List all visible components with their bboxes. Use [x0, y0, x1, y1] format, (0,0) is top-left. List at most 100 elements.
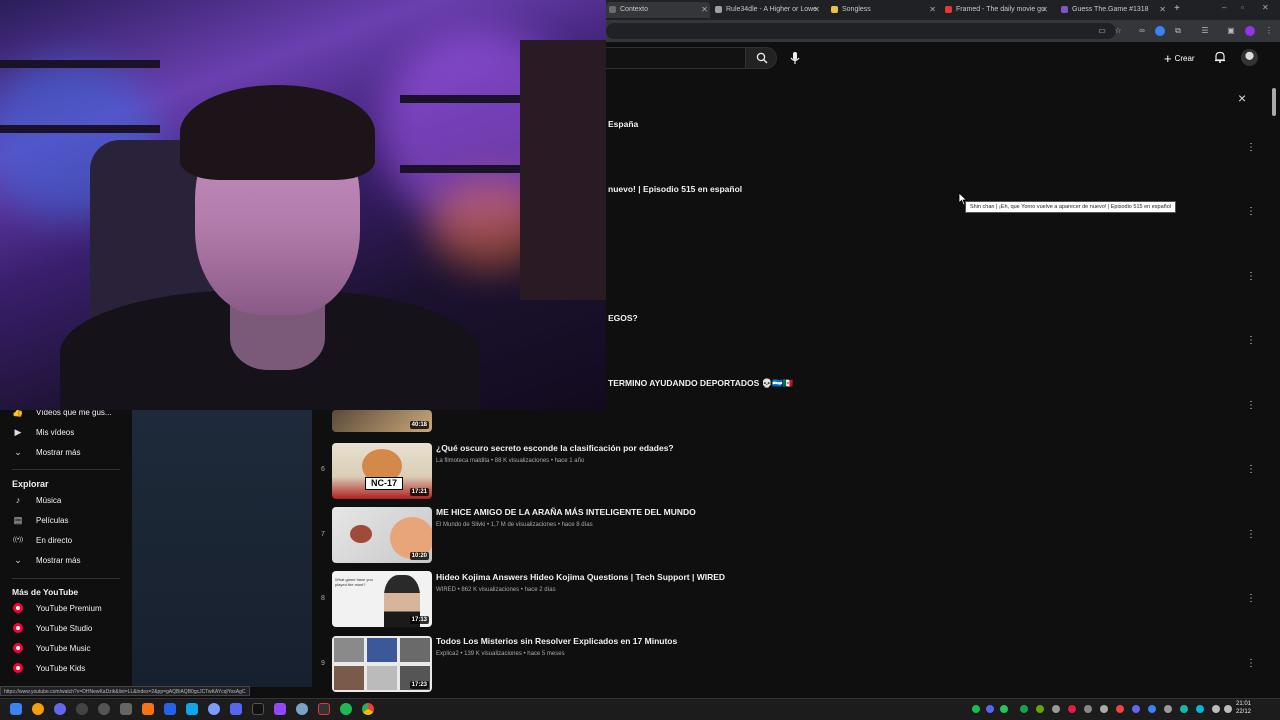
more-actions-icon[interactable]: ⋮ [1246, 659, 1256, 669]
app-icon[interactable] [318, 703, 330, 715]
voice-search-button[interactable] [786, 49, 804, 67]
cast-icon[interactable]: ▭ [1097, 26, 1107, 36]
tab-close-icon[interactable]: ✕ [701, 2, 708, 18]
tray-icon[interactable] [1052, 705, 1060, 713]
search-icon[interactable] [32, 703, 44, 715]
sidebar-item-show-more[interactable]: ⌄ Mostrar más [0, 442, 132, 462]
tray-icon[interactable] [1100, 705, 1108, 713]
video-title-partial[interactable]: TERMINO AYUDANDO DEPORTADOS 💀🇭🇳🇲🇽 [608, 378, 793, 389]
more-actions-icon[interactable]: ⋮ [1246, 530, 1256, 540]
app-icon[interactable] [98, 703, 110, 715]
side-panel-icon[interactable]: ▣ [1226, 26, 1236, 36]
tray-icon[interactable] [972, 705, 980, 713]
video-title[interactable]: ME HICE AMIGO DE LA ARAÑA MÁS INTELIGENT… [436, 507, 696, 517]
windows-start-icon[interactable] [10, 703, 22, 715]
app-icon[interactable] [296, 703, 308, 715]
more-actions-icon[interactable]: ⋮ [1246, 207, 1256, 217]
browser-menu-icon[interactable]: ⋮ [1264, 26, 1274, 36]
video-thumbnail[interactable]: What game have you played the most? 17:1… [332, 571, 432, 627]
tray-icon[interactable] [1000, 705, 1008, 713]
close-icon[interactable]: × [1238, 90, 1246, 106]
tiktok-icon[interactable] [252, 703, 264, 715]
sidebar-item-live[interactable]: ((•)) En directo [0, 530, 132, 550]
tray-icon[interactable] [1084, 705, 1092, 713]
video-title-partial[interactable]: nuevo! | Episodio 515 en español [608, 184, 742, 194]
video-thumbnail[interactable]: 40:18 [332, 410, 432, 432]
more-actions-icon[interactable]: ⋮ [1246, 336, 1256, 346]
sidebar-item-music[interactable]: ♪ Música [0, 490, 132, 510]
video-thumbnail[interactable]: NC-17 17:21 [332, 443, 432, 499]
wifi-icon[interactable] [1212, 705, 1220, 713]
app-icon[interactable] [274, 703, 286, 715]
search-button[interactable] [745, 47, 777, 69]
sidebar-item-youtube-premium[interactable]: YouTube Premium [0, 598, 132, 618]
tab-close-icon[interactable]: ✕ [813, 2, 820, 18]
more-actions-icon[interactable]: ⋮ [1246, 594, 1256, 604]
sidebar-item-show-more[interactable]: ⌄ Mostrar más [0, 550, 132, 570]
tray-icon[interactable] [986, 705, 994, 713]
app-icon[interactable] [120, 703, 132, 715]
tab-songless[interactable]: Songless ✕ [828, 2, 938, 18]
tab-close-icon[interactable]: ✕ [1159, 2, 1166, 18]
app-icon[interactable] [142, 703, 154, 715]
spotify-icon[interactable] [340, 703, 352, 715]
app-icon[interactable] [76, 703, 88, 715]
more-actions-icon[interactable]: ⋮ [1246, 401, 1256, 411]
video-title-partial[interactable]: EGOS? [608, 313, 638, 323]
tray-icon[interactable] [1148, 705, 1156, 713]
sidebar-item-youtube-studio[interactable]: YouTube Studio [0, 618, 132, 638]
reading-list-icon[interactable]: ☰ [1200, 26, 1210, 36]
sidebar-item-youtube-kids[interactable]: YouTube Kids [0, 658, 132, 678]
tray-icon[interactable] [1180, 705, 1188, 713]
sidebar-item-my-videos[interactable]: ▶ Mis vídeos [0, 422, 132, 442]
tray-icon[interactable] [1068, 705, 1076, 713]
tab-framed[interactable]: Framed - The daily movie gu ✕ [942, 2, 1050, 18]
video-title-partial[interactable]: España [608, 119, 638, 129]
video-title[interactable]: Hideo Kojima Answers Hideo Kojima Questi… [436, 572, 725, 582]
chrome-icon[interactable] [362, 703, 374, 715]
tray-icon[interactable] [1116, 705, 1124, 713]
video-meta: La filmoteca maldita • 88 K visualizacio… [436, 458, 585, 464]
chevron-down-icon: ⌄ [14, 554, 22, 565]
video-title[interactable]: Todos Los Misterios sin Resolver Explica… [436, 636, 677, 646]
notifications-button[interactable] [1213, 50, 1227, 64]
app-icon[interactable] [54, 703, 66, 715]
video-thumbnail[interactable]: 17:23 [332, 636, 432, 692]
tray-icon[interactable] [1036, 705, 1044, 713]
tray-icon[interactable] [1020, 705, 1028, 713]
taskbar-clock[interactable]: 21:01 22/12 [1236, 700, 1251, 716]
create-button[interactable]: + Crear [1164, 50, 1195, 66]
tab-rule34dle[interactable]: Rule34dle - A Higher or Lowe ✕ [712, 2, 822, 18]
more-actions-icon[interactable]: ⋮ [1246, 143, 1256, 153]
discord-icon[interactable] [230, 703, 242, 715]
more-actions-icon[interactable]: ⋮ [1246, 465, 1256, 475]
sidebar-item-movies[interactable]: ▤ Películas [0, 510, 132, 530]
bookmark-star-icon[interactable]: ☆ [1113, 26, 1123, 36]
omnibox[interactable] [606, 23, 1116, 39]
profile-icon[interactable] [1245, 26, 1255, 36]
scrollbar-thumb[interactable] [1272, 88, 1276, 116]
app-icon[interactable] [164, 703, 176, 715]
sidebar-item-youtube-music[interactable]: YouTube Music [0, 638, 132, 658]
extensions-puzzle-icon[interactable]: ⧉ [1173, 26, 1183, 36]
tab-close-icon[interactable]: ✕ [929, 2, 936, 18]
window-close-button[interactable]: ✕ [1262, 3, 1269, 12]
tray-icon[interactable] [1132, 705, 1140, 713]
window-maximize-button[interactable]: ▫ [1241, 3, 1244, 12]
video-thumbnail[interactable]: 10:20 [332, 507, 432, 563]
avatar[interactable] [1241, 49, 1258, 66]
tray-icon[interactable] [1196, 705, 1204, 713]
extension-icon[interactable]: ∞ [1137, 26, 1147, 36]
video-title[interactable]: ¿Qué oscuro secreto esconde la clasifica… [436, 443, 674, 453]
window-minimize-button[interactable]: – [1222, 3, 1226, 12]
volume-icon[interactable] [1224, 705, 1232, 713]
tab-guess-the-game[interactable]: Guess The.Game #1318 ✕ [1058, 2, 1168, 18]
tab-contexto[interactable]: Contexto ✕ [606, 2, 710, 18]
telegram-icon[interactable] [186, 703, 198, 715]
extension-icon[interactable] [1155, 26, 1165, 36]
new-tab-button[interactable]: + [1174, 3, 1180, 14]
tray-icon[interactable] [1164, 705, 1172, 713]
more-actions-icon[interactable]: ⋮ [1246, 272, 1256, 282]
app-icon[interactable] [208, 703, 220, 715]
tab-close-icon[interactable]: ✕ [1041, 2, 1048, 18]
